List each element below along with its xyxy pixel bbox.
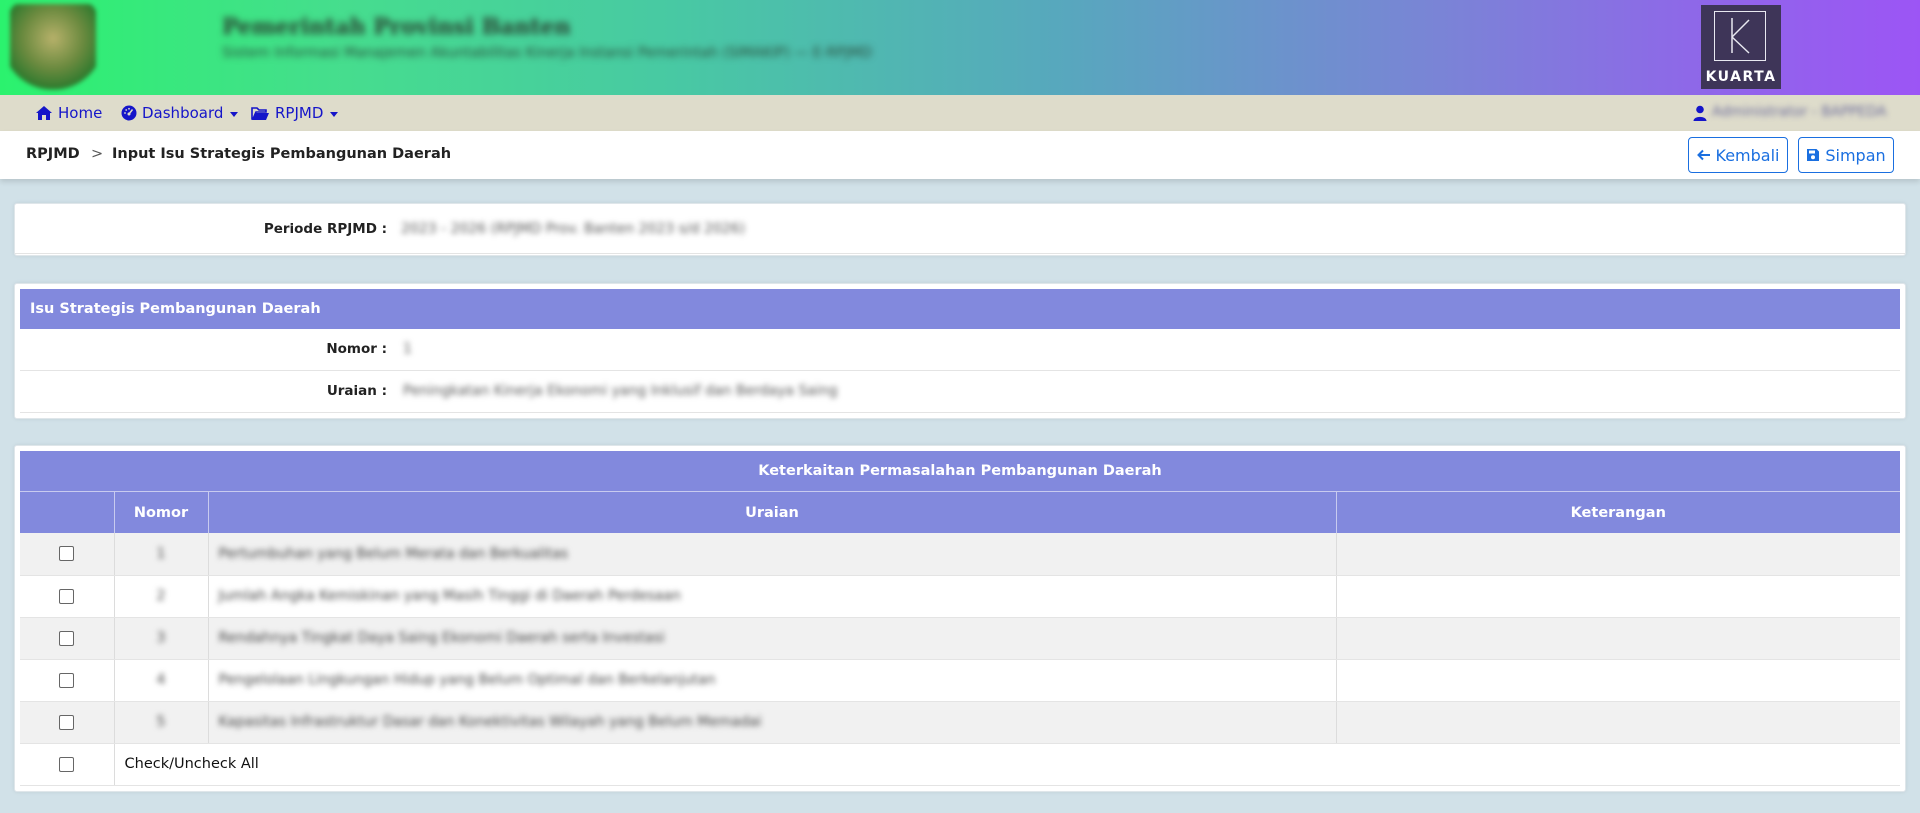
row-checkbox[interactable]	[59, 546, 75, 562]
nav-home[interactable]: Home	[35, 104, 102, 122]
nav-home-label: Home	[58, 104, 103, 122]
arrow-left-icon	[1696, 149, 1710, 161]
row-checkbox[interactable]	[59, 630, 75, 646]
folder-open-icon	[251, 106, 269, 120]
back-button[interactable]: Kembali	[1688, 137, 1788, 173]
page-title: Input Isu Strategis Pembangunan Daerah	[112, 146, 452, 162]
periode-card: Periode RPJMD : 2023 - 2026 (RPJMD Prov.…	[14, 203, 1906, 256]
header-banner: Pemerintah Provinsi Banten Sistem Inform…	[0, 0, 1920, 95]
table-title: Keterkaitan Permasalahan Pembangunan Dae…	[20, 451, 1900, 492]
org-subtitle: Sistem Informasi Manajemen Akuntabilitas…	[222, 45, 872, 61]
row-checkbox[interactable]	[59, 672, 75, 688]
check-all-row: Check/Uncheck All	[20, 743, 1900, 786]
section-title: Isu Strategis Pembangunan Daerah	[20, 289, 1900, 329]
column-header-nomor: Nomor	[114, 492, 209, 533]
periode-value: 2023 - 2026 (RPJMD Prov. Banten 2023 s/d…	[401, 221, 746, 237]
table-row: 3 Rendahnya Tingkat Daya Saing Ekonomi D…	[20, 617, 1900, 660]
row-nomor: 3	[156, 630, 166, 646]
government-seal-icon	[10, 4, 96, 90]
save-floppy-icon	[1807, 149, 1820, 161]
row-keterangan	[1336, 701, 1900, 744]
back-button-label: Kembali	[1715, 145, 1780, 165]
check-all-checkbox[interactable]	[59, 756, 75, 772]
nav-dashboard-label: Dashboard	[142, 104, 224, 122]
permasalahan-card: Keterkaitan Permasalahan Pembangunan Dae…	[14, 445, 1906, 792]
row-uraian: Jumlah Angka Kemiskinan yang Masih Tingg…	[218, 588, 681, 604]
dashboard-gauge-icon	[121, 105, 137, 121]
row-nomor: 2	[156, 588, 166, 604]
nomor-value: 1	[403, 341, 412, 357]
breadcrumb-separator: >	[91, 146, 104, 162]
kuarta-mark-icon	[1714, 11, 1766, 61]
home-icon	[36, 106, 52, 120]
row-checkbox[interactable]	[59, 714, 75, 730]
uraian-value: Peningkatan Kinerja Ekonomi yang Inklusi…	[403, 383, 838, 399]
row-nomor: 1	[156, 545, 166, 562]
save-button-label: Simpan	[1825, 145, 1886, 165]
column-header-uraian: Uraian	[208, 492, 1337, 533]
nomor-label: Nomor :	[326, 341, 387, 357]
check-all-label: Check/Uncheck All	[124, 756, 259, 772]
main-navbar: Home Dashboard RPJMD Administrator - BAP…	[0, 95, 1920, 131]
user-name: Administrator - BAPPEDA	[1712, 104, 1887, 120]
table-row: 2 Jumlah Angka Kemiskinan yang Masih Tin…	[20, 575, 1900, 618]
chevron-down-icon	[330, 111, 339, 117]
row-uraian: Pertumbuhan yang Belum Merata dan Berkua…	[218, 545, 569, 562]
row-uraian: Rendahnya Tingkat Daya Saing Ekonomi Dae…	[218, 630, 665, 646]
kuarta-logo: KUARTA	[1701, 5, 1781, 89]
row-uraian: Kapasitas Infrastruktur Dasar dan Konekt…	[218, 714, 762, 730]
row-uraian: Pengelolaan Lingkungan Hidup yang Belum …	[218, 672, 716, 688]
divider	[15, 253, 1905, 254]
user-menu[interactable]: Administrator - BAPPEDA	[1693, 104, 1912, 122]
row-checkbox[interactable]	[59, 588, 75, 604]
divider	[20, 370, 1900, 371]
uraian-label: Uraian :	[326, 383, 387, 399]
column-header-select	[20, 492, 115, 533]
breadcrumb-bar: RPJMD > Input Isu Strategis Pembangunan …	[0, 131, 1920, 179]
isu-strategis-card: Isu Strategis Pembangunan Daerah Nomor :…	[14, 283, 1906, 419]
table-row: 1 Pertumbuhan yang Belum Merata dan Berk…	[20, 533, 1900, 576]
row-keterangan	[1336, 659, 1900, 702]
nav-dashboard[interactable]: Dashboard	[121, 104, 239, 122]
user-icon	[1693, 105, 1707, 121]
nav-rpjmd[interactable]: RPJMD	[251, 104, 339, 122]
row-keterangan	[1336, 617, 1900, 660]
nav-rpjmd-label: RPJMD	[275, 104, 324, 122]
breadcrumb-root[interactable]: RPJMD	[26, 146, 80, 162]
chevron-down-icon	[230, 111, 239, 117]
table-row: 5 Kapasitas Infrastruktur Dasar dan Kone…	[20, 701, 1900, 744]
permasalahan-table: Nomor Uraian Keterangan 1 Pertumbuhan ya…	[20, 492, 1900, 786]
row-nomor: 5	[156, 714, 166, 730]
row-keterangan	[1336, 533, 1900, 576]
divider	[20, 412, 1900, 413]
table-row: 4 Pengelolaan Lingkungan Hidup yang Belu…	[20, 659, 1900, 702]
periode-label: Periode RPJMD :	[263, 221, 387, 237]
row-nomor: 4	[156, 672, 166, 688]
kuarta-logo-text: KUARTA	[1705, 69, 1777, 85]
org-title: Pemerintah Provinsi Banten	[222, 14, 571, 40]
table-header-row: Nomor Uraian Keterangan	[20, 492, 1900, 533]
column-header-keterangan: Keterangan	[1336, 492, 1900, 533]
row-keterangan	[1336, 575, 1900, 618]
save-button[interactable]: Simpan	[1798, 137, 1894, 173]
